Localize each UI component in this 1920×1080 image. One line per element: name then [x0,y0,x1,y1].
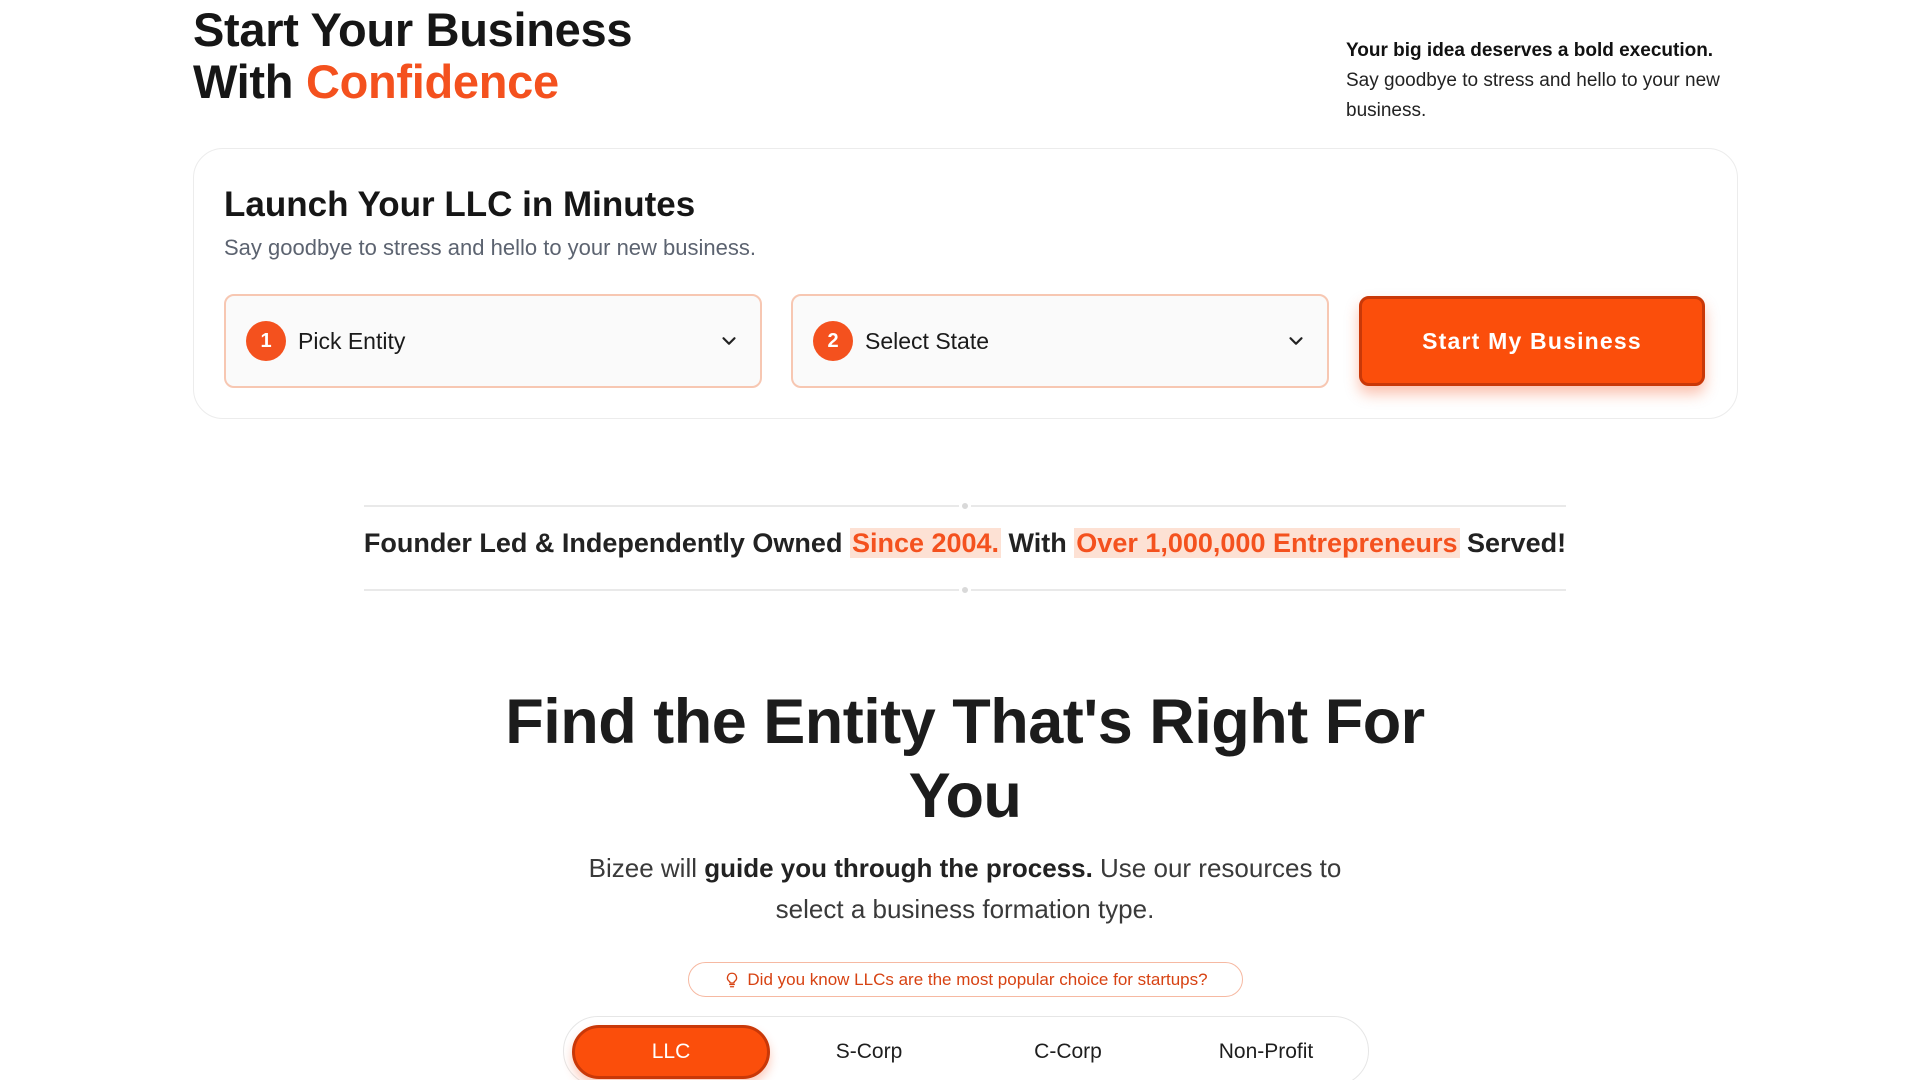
entity-type-tabs: LLC S-Corp C-Corp Non-Profit [563,1016,1369,1080]
launch-card-title: Launch Your LLC in Minutes [224,185,696,224]
launch-llc-card: Launch Your LLC in Minutes Say goodbye t… [193,148,1738,419]
hero-tagline: Your big idea deserves a bold execution.… [1346,36,1776,126]
divider-bottom [364,584,1566,596]
divider-dot [959,500,971,512]
founder-statement: Founder Led & Independently Owned Since … [0,528,1920,559]
llc-tip-text: Did you know LLCs are the most popular c… [747,969,1208,989]
divider-top [364,500,1566,512]
founder-text-1: Founder Led & Independently Owned [363,528,850,558]
hero-title: Start Your Business With Confidence [193,3,633,108]
llc-tip-pill: Did you know LLCs are the most popular c… [688,962,1243,997]
hero-title-accent: Confidence [305,55,559,108]
chevron-down-icon [722,337,736,345]
founder-highlight-since: Since 2004. [849,528,1002,558]
founder-highlight-entrepreneurs: Over 1,000,000 Entrepreneurs [1074,528,1460,558]
hero-tagline-bold: Your big idea deserves a bold execution. [1346,40,1714,61]
hero-title-line2-prefix: With [193,55,306,108]
tab-llc[interactable]: LLC [572,1025,770,1079]
founder-text-3: Served! [1459,528,1567,558]
select-state-label: Select State [865,327,990,354]
step-2-badge: 2 [813,321,853,361]
pick-entity-label: Pick Entity [298,327,406,354]
entity-section-heading: Find the Entity That's Right For You [505,687,1425,831]
tab-s-corp[interactable]: S-Corp [770,1025,968,1079]
hero-tagline-text: Say goodbye to stress and hello to your … [1346,70,1720,121]
lightbulb-icon [727,972,738,987]
hero-title-line1: Start Your Business [193,3,633,56]
entity-desc-bold: guide you through the process. [704,853,1093,883]
launch-card-subtitle: Say goodbye to stress and hello to your … [224,235,756,260]
chevron-down-icon [1289,337,1303,345]
select-state-select[interactable]: 2 Select State [791,294,1329,388]
step-1-badge: 1 [246,321,286,361]
entity-desc-prefix: Bizee will [588,853,705,883]
founder-text-2: With [1001,528,1075,558]
start-my-business-button[interactable]: Start My Business [1359,296,1705,386]
entity-section-description: Bizee will guide you through the process… [560,848,1370,930]
pick-entity-select[interactable]: 1 Pick Entity [224,294,762,388]
tab-c-corp[interactable]: C-Corp [969,1025,1167,1079]
tab-non-profit[interactable]: Non-Profit [1167,1025,1365,1079]
divider-dot [959,584,971,596]
